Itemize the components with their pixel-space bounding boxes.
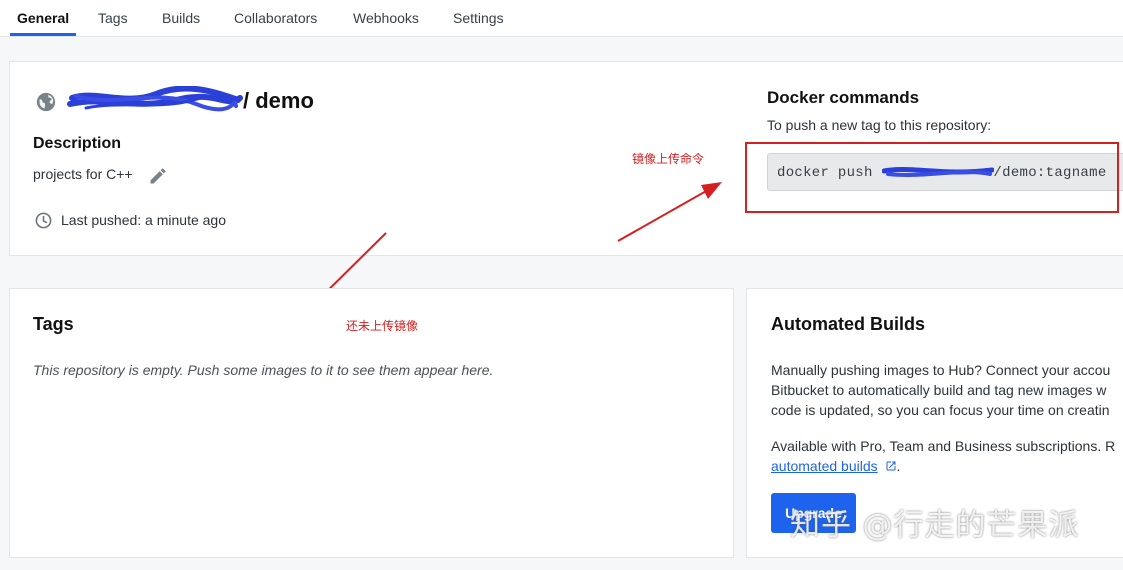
tab-bar: General Tags Builds Collaborators Webhoo… — [0, 0, 1123, 37]
tab-webhooks[interactable]: Webhooks — [353, 0, 419, 36]
builds-subscription-line: Available with Pro, Team and Business su… — [771, 438, 1116, 454]
tab-builds[interactable]: Builds — [162, 0, 200, 36]
description-heading: Description — [33, 135, 122, 152]
external-link-icon — [886, 461, 896, 471]
tab-tags[interactable]: Tags — [98, 0, 128, 36]
annotation-push-command: 镜像上传命令 — [632, 152, 705, 166]
edit-pencil-icon[interactable] — [148, 166, 168, 186]
builds-link-line: automated builds . — [771, 456, 1123, 476]
tab-webhooks-label: Webhooks — [353, 10, 419, 26]
tab-settings[interactable]: Settings — [453, 0, 504, 36]
tab-settings-label: Settings — [453, 10, 504, 26]
globe-icon — [36, 92, 56, 112]
tab-general[interactable]: General — [10, 0, 77, 36]
clock-icon — [35, 212, 52, 229]
last-pushed-text: Last pushed: a minute ago — [61, 212, 227, 228]
active-tab-indicator — [10, 33, 77, 36]
automated-builds-heading: Automated Builds — [771, 314, 926, 334]
tab-general-label: General — [17, 10, 70, 26]
docker-commands-subtext: To push a new tag to this repository: — [767, 117, 992, 133]
tab-collaborators[interactable]: Collaborators — [234, 0, 317, 36]
watermark: 知乎 @行走的芒果派 — [790, 508, 1080, 543]
link-trailing-period: . — [896, 458, 901, 474]
tab-builds-label: Builds — [162, 10, 201, 26]
tab-tags-label: Tags — [98, 10, 128, 26]
annotation-highlight-box — [745, 142, 1119, 213]
builds-description-line-2: Bitbucket to automatically build and tag… — [771, 382, 1107, 398]
tab-collaborators-label: Collaborators — [234, 10, 318, 26]
builds-description-line-3: code is updated, so you can focus your t… — [771, 402, 1110, 418]
tags-heading: Tags — [33, 314, 74, 334]
automated-builds-link[interactable]: automated builds — [771, 458, 878, 474]
annotation-no-image: 还未上传镜像 — [346, 319, 419, 333]
builds-description-line-1: Manually pushing images to Hub? Connect … — [771, 362, 1111, 378]
tags-empty-text: This repository is empty. Push some imag… — [33, 362, 494, 378]
redacted-namespace-scribble — [67, 86, 243, 112]
description-text: projects for C++ — [33, 166, 133, 182]
docker-commands-heading: Docker commands — [767, 88, 920, 107]
repository-title: / demo — [243, 88, 314, 113]
